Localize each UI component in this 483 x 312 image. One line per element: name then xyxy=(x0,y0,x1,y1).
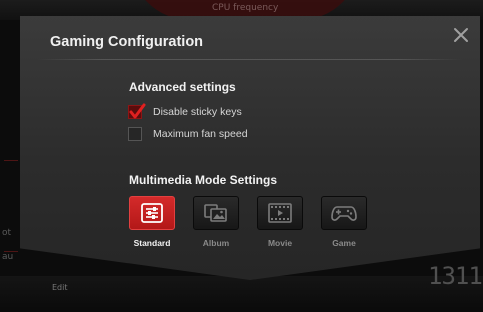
mode-album[interactable]: Album xyxy=(192,196,240,248)
mode-movie[interactable]: Movie xyxy=(256,196,304,248)
gamepad-icon xyxy=(331,206,357,221)
gaming-configuration-dialog: Gaming Configuration Advanced settings D… xyxy=(20,16,480,280)
background-text: ot xyxy=(2,228,12,238)
movie-mode-label: Movie xyxy=(267,238,293,248)
game-mode-label: Game xyxy=(332,238,356,248)
background-text: au xyxy=(2,252,14,262)
background-panel-edge xyxy=(4,160,18,252)
checkmark-icon xyxy=(129,103,146,119)
mode-standard[interactable]: Standard xyxy=(128,196,176,248)
maximum-fan-speed-checkbox[interactable] xyxy=(128,127,142,141)
maximum-fan-speed-option[interactable]: Maximum fan speed xyxy=(128,126,248,142)
maximum-fan-speed-label: Maximum fan speed xyxy=(153,128,248,140)
film-icon xyxy=(268,203,292,223)
advanced-settings-heading: Advanced settings xyxy=(129,80,236,94)
disable-sticky-keys-option[interactable]: Disable sticky keys xyxy=(128,103,242,120)
background-counter: 1311 xyxy=(428,262,483,290)
sliders-icon xyxy=(141,203,163,223)
disable-sticky-keys-label: Disable sticky keys xyxy=(153,106,242,118)
movie-mode-button[interactable] xyxy=(257,196,303,230)
cpu-frequency-label: CPU frequency xyxy=(212,3,279,13)
album-mode-label: Album xyxy=(202,238,230,248)
standard-mode-label: Standard xyxy=(133,238,171,248)
game-mode-button[interactable] xyxy=(321,196,367,230)
multimedia-mode-heading: Multimedia Mode Settings xyxy=(129,173,278,187)
album-mode-button[interactable] xyxy=(193,196,239,230)
disable-sticky-keys-checkbox[interactable] xyxy=(128,103,146,119)
album-icon xyxy=(204,204,227,222)
mode-game[interactable]: Game xyxy=(320,196,368,248)
title-divider xyxy=(38,59,462,60)
close-icon[interactable] xyxy=(452,27,470,45)
dialog-title: Gaming Configuration xyxy=(50,34,204,50)
standard-mode-button[interactable] xyxy=(129,196,175,230)
edit-button[interactable]: Edit xyxy=(52,283,68,292)
multimedia-mode-selector: Standard Album Movie Game xyxy=(128,196,384,248)
background-bottom-bar xyxy=(0,276,483,312)
